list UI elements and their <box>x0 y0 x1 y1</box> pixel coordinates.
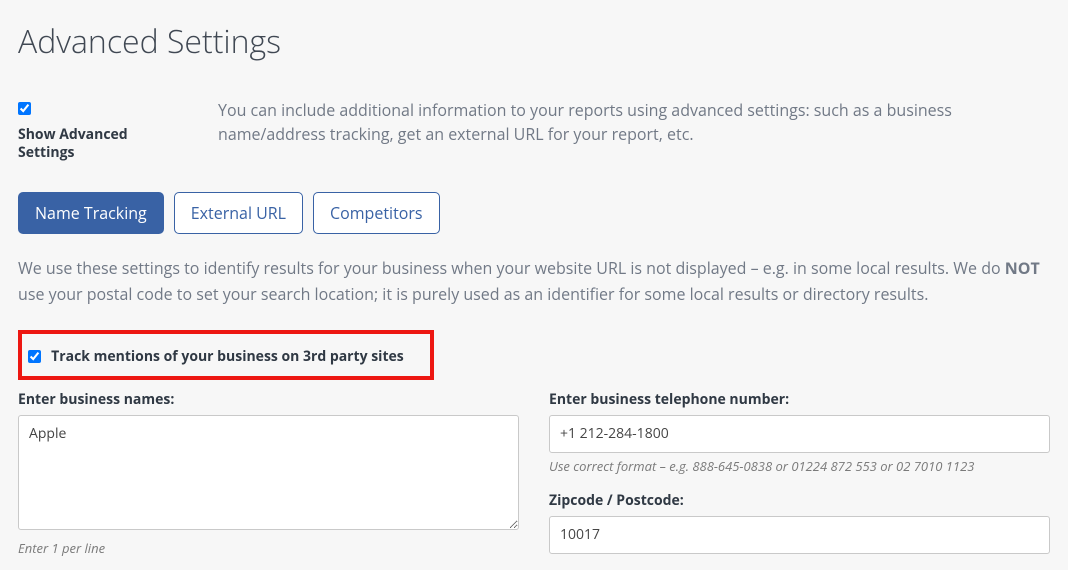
track-mentions-highlight: Track mentions of your business on 3rd p… <box>18 330 434 380</box>
info-pre: We use these settings to identify result… <box>18 257 1005 279</box>
business-names-hint: Enter 1 per line <box>18 539 519 557</box>
settings-container: Advanced Settings Show Advanced Settings… <box>0 0 1068 570</box>
telephone-hint: Use correct format – e.g. 888-645-0838 o… <box>549 457 1050 475</box>
telephone-label: Enter business telephone number: <box>549 390 1050 409</box>
show-advanced-checkbox[interactable] <box>18 102 31 115</box>
show-advanced-block: Show Advanced Settings <box>18 98 178 162</box>
zipcode-input[interactable] <box>549 516 1050 554</box>
show-advanced-label: Show Advanced Settings <box>18 126 178 162</box>
form-columns: Enter business names: Enter 1 per line E… <box>18 390 1050 570</box>
info-post: use your postal code to set your search … <box>18 283 928 305</box>
top-row: Show Advanced Settings You can include a… <box>18 98 1050 162</box>
advanced-description: You can include additional information t… <box>218 98 1050 146</box>
track-mentions-label: Track mentions of your business on 3rd p… <box>51 347 404 366</box>
right-form-col: Enter business telephone number: Use cor… <box>549 390 1050 570</box>
tab-competitors[interactable]: Competitors <box>313 192 440 234</box>
info-paragraph: We use these settings to identify result… <box>18 256 1050 307</box>
tab-external-url[interactable]: External URL <box>174 192 303 234</box>
info-bold: NOT <box>1005 257 1040 279</box>
business-names-input[interactable] <box>18 415 519 530</box>
zipcode-label: Zipcode / Postcode: <box>549 491 1050 510</box>
page-title: Advanced Settings <box>18 20 1050 63</box>
telephone-input[interactable] <box>549 415 1050 453</box>
tabs: Name Tracking External URL Competitors <box>18 192 1050 234</box>
left-form-col: Enter business names: Enter 1 per line <box>18 390 519 570</box>
business-names-label: Enter business names: <box>18 390 519 409</box>
tab-name-tracking[interactable]: Name Tracking <box>18 192 164 234</box>
track-mentions-checkbox[interactable] <box>28 350 41 363</box>
